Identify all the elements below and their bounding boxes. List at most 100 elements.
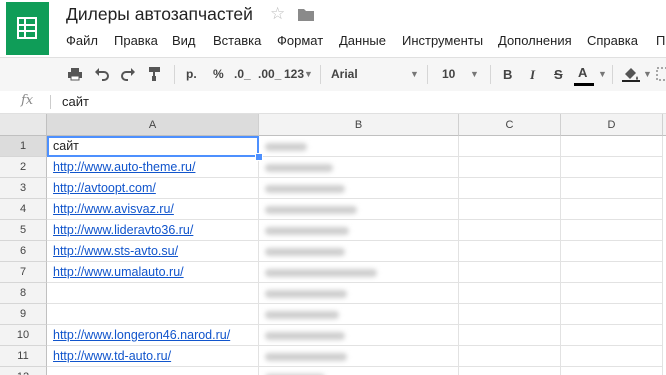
menu-more[interactable]: П	[656, 33, 665, 48]
star-icon[interactable]: ☆	[270, 4, 285, 24]
increase-decimals-button[interactable]: .00_	[258, 58, 281, 91]
number-format-dropdown[interactable]: 123	[284, 58, 304, 91]
cell-b-redacted[interactable]	[259, 178, 459, 199]
cell-b-redacted[interactable]	[259, 262, 459, 283]
menu-help[interactable]: Справка	[587, 33, 638, 48]
cell-d[interactable]	[561, 262, 663, 283]
cell-b-redacted[interactable]	[259, 304, 459, 325]
undo-icon[interactable]	[94, 66, 110, 82]
cell-a-link[interactable]: http://www.longeron46.narod.ru/	[47, 325, 259, 346]
borders-icon[interactable]	[656, 66, 666, 82]
menu-tools[interactable]: Инструменты	[402, 33, 483, 48]
cell-d[interactable]	[561, 136, 663, 157]
cell-d[interactable]	[561, 220, 663, 241]
chevron-down-icon[interactable]: ▼	[470, 58, 479, 91]
cell-d[interactable]	[561, 157, 663, 178]
cell-d[interactable]	[561, 304, 663, 325]
cell-c[interactable]	[459, 325, 561, 346]
folder-icon[interactable]	[298, 8, 314, 21]
menu-data[interactable]: Данные	[339, 33, 386, 48]
redo-icon[interactable]	[120, 66, 136, 82]
decrease-decimals-button[interactable]: .0_	[234, 58, 251, 91]
row-header[interactable]: 1	[0, 136, 47, 157]
row-header[interactable]: 9	[0, 304, 47, 325]
chevron-down-icon[interactable]: ▼	[304, 58, 313, 91]
cell-b-redacted[interactable]	[259, 157, 459, 178]
row-header[interactable]: 12	[0, 367, 47, 375]
column-header-b[interactable]: B	[259, 114, 459, 136]
cell-a[interactable]	[47, 283, 259, 304]
row-header[interactable]: 6	[0, 241, 47, 262]
menu-format[interactable]: Формат	[277, 33, 323, 48]
cell-a[interactable]	[47, 367, 259, 375]
column-header-c[interactable]: C	[459, 114, 561, 136]
document-title[interactable]: Дилеры автозапчастей	[66, 4, 253, 25]
cell-a[interactable]: сайт	[47, 136, 259, 157]
font-family-dropdown[interactable]: Arial	[331, 58, 358, 91]
strikethrough-button[interactable]: S	[554, 58, 563, 91]
cell-d[interactable]	[561, 199, 663, 220]
menu-view[interactable]: Вид	[172, 33, 196, 48]
column-header-a[interactable]: A	[47, 114, 259, 136]
chevron-down-icon[interactable]: ▼	[643, 58, 652, 91]
fill-handle[interactable]	[255, 153, 263, 161]
menu-edit[interactable]: Правка	[114, 33, 158, 48]
text-color-button[interactable]: A	[578, 58, 587, 91]
cell-d[interactable]	[561, 346, 663, 367]
percent-format-button[interactable]: %	[213, 58, 224, 91]
cell-b-redacted[interactable]	[259, 283, 459, 304]
italic-button[interactable]: I	[530, 58, 535, 91]
row-header[interactable]: 10	[0, 325, 47, 346]
paint-format-icon[interactable]	[147, 66, 163, 82]
cell-a-link[interactable]: http://www.td-auto.ru/	[47, 346, 259, 367]
cell-a-link[interactable]: http://www.sts-avto.su/	[47, 241, 259, 262]
row-header[interactable]: 7	[0, 262, 47, 283]
cell-c[interactable]	[459, 178, 561, 199]
cell-a-link[interactable]: http://www.lideravto36.ru/	[47, 220, 259, 241]
cell-c[interactable]	[459, 367, 561, 375]
column-header-d[interactable]: D	[561, 114, 663, 136]
font-size-dropdown[interactable]: 10	[442, 58, 455, 91]
row-header[interactable]: 4	[0, 199, 47, 220]
cell-c[interactable]	[459, 304, 561, 325]
chevron-down-icon[interactable]: ▼	[598, 58, 607, 91]
cell-b-redacted[interactable]	[259, 136, 459, 157]
print-icon[interactable]	[67, 66, 83, 82]
cell-c[interactable]	[459, 157, 561, 178]
cell-b-redacted[interactable]	[259, 199, 459, 220]
cell-c[interactable]	[459, 241, 561, 262]
cell-b-redacted[interactable]	[259, 367, 459, 375]
cell-a-link[interactable]: http://avtoopt.com/	[47, 178, 259, 199]
cell-b-redacted[interactable]	[259, 346, 459, 367]
fill-color-icon[interactable]	[622, 66, 640, 82]
cell-b-redacted[interactable]	[259, 220, 459, 241]
formula-input[interactable]: сайт	[62, 94, 89, 109]
cell-d[interactable]	[561, 178, 663, 199]
cell-d[interactable]	[561, 283, 663, 304]
row-header[interactable]: 11	[0, 346, 47, 367]
cell-b-redacted[interactable]	[259, 241, 459, 262]
cell-d[interactable]	[561, 241, 663, 262]
row-header[interactable]: 3	[0, 178, 47, 199]
cell-d[interactable]	[561, 367, 663, 375]
currency-format-button[interactable]: р.	[186, 58, 197, 91]
cell-d[interactable]	[561, 325, 663, 346]
cell-a-link[interactable]: http://www.umalauto.ru/	[47, 262, 259, 283]
cell-a[interactable]	[47, 304, 259, 325]
cell-c[interactable]	[459, 283, 561, 304]
cell-a-link[interactable]: http://www.avisvaz.ru/	[47, 199, 259, 220]
row-header[interactable]: 2	[0, 157, 47, 178]
cell-c[interactable]	[459, 262, 561, 283]
cell-c[interactable]	[459, 346, 561, 367]
cell-c[interactable]	[459, 199, 561, 220]
row-header[interactable]: 8	[0, 283, 47, 304]
cell-a-link[interactable]: http://www.auto-theme.ru/	[47, 157, 259, 178]
select-all-corner[interactable]	[0, 114, 47, 136]
cell-b-redacted[interactable]	[259, 325, 459, 346]
bold-button[interactable]: B	[503, 58, 512, 91]
menu-addons[interactable]: Дополнения	[498, 33, 572, 48]
menu-insert[interactable]: Вставка	[213, 33, 261, 48]
chevron-down-icon[interactable]: ▼	[410, 58, 419, 91]
cell-c[interactable]	[459, 136, 561, 157]
menu-file[interactable]: Файл	[66, 33, 98, 48]
